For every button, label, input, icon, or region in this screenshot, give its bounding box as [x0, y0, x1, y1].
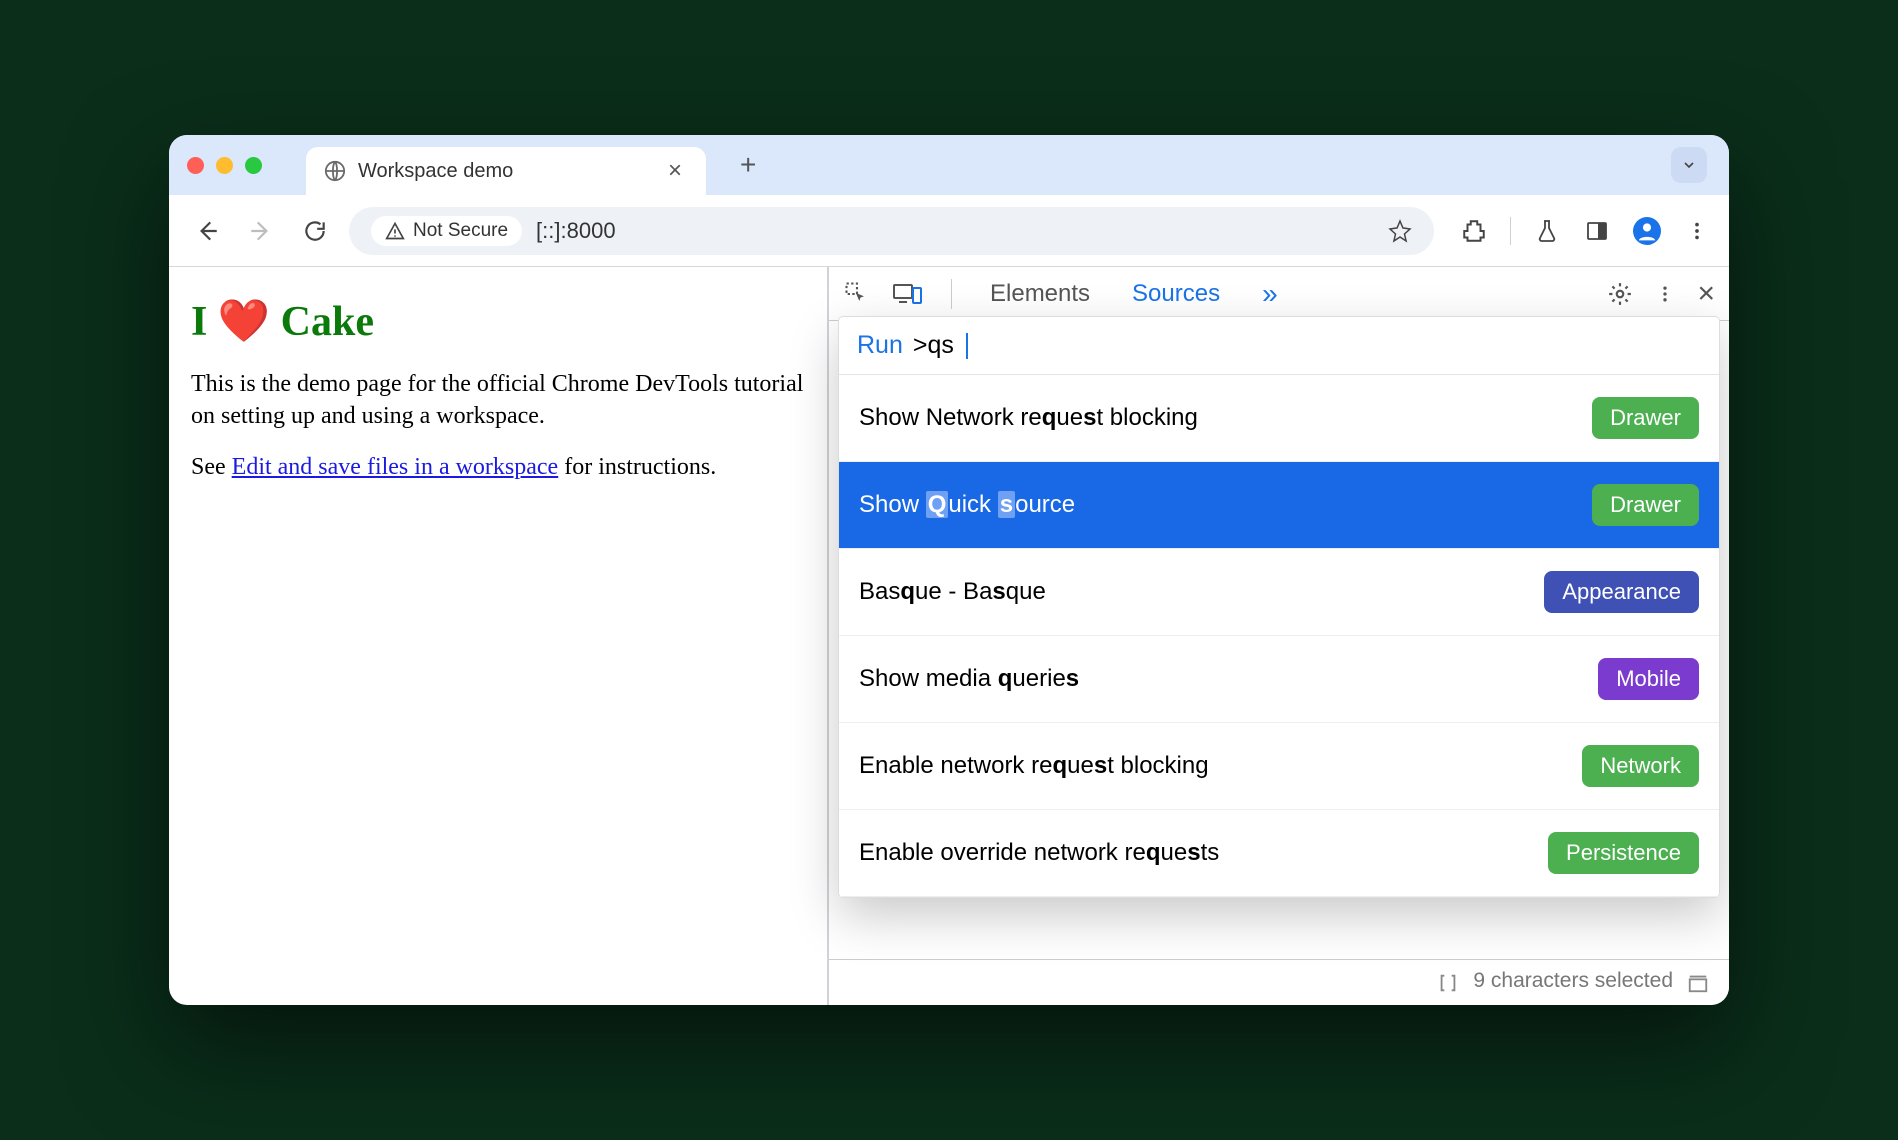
close-tab-icon[interactable]: ×	[662, 157, 688, 185]
tab-title: Workspace demo	[358, 160, 513, 183]
globe-icon	[324, 160, 346, 182]
page-paragraph-1: This is the demo page for the official C…	[191, 368, 805, 433]
toolbar: Not Secure [::]:8000	[169, 195, 1729, 267]
browser-tab[interactable]: Workspace demo ×	[306, 147, 706, 195]
command-input-row[interactable]: Run >qs	[839, 317, 1719, 375]
new-tab-button[interactable]: +	[740, 149, 756, 181]
page-paragraph-2: See Edit and save files in a workspace f…	[191, 451, 805, 483]
extensions-icon[interactable]	[1460, 217, 1488, 245]
command-item[interactable]: Enable override network requests Persiste…	[839, 810, 1719, 897]
tab-search-button[interactable]	[1671, 147, 1707, 183]
command-label: Basque - Basque	[859, 578, 1046, 606]
command-item[interactable]: Show media queries Mobile	[839, 636, 1719, 723]
back-button[interactable]	[187, 211, 227, 251]
command-label: Enable network request blocking	[859, 752, 1209, 780]
window-controls	[187, 157, 262, 174]
page-content: I ❤️ Cake This is the demo page for the …	[169, 267, 829, 1005]
command-query: >qs	[913, 331, 954, 360]
command-item[interactable]: Show Quick source Drawer	[839, 462, 1719, 549]
bookmark-icon[interactable]	[1388, 219, 1412, 243]
command-label: Enable override network requests	[859, 839, 1219, 867]
warning-icon	[385, 221, 405, 241]
run-label: Run	[857, 331, 903, 360]
category-badge: Network	[1582, 745, 1699, 787]
labs-icon[interactable]	[1533, 217, 1561, 245]
device-icon[interactable]	[893, 281, 923, 307]
devtools-tabs: Elements Sources » ×	[829, 267, 1729, 321]
command-item[interactable]: Show Network request blocking Drawer	[839, 375, 1719, 462]
category-badge: Appearance	[1544, 571, 1699, 613]
address-bar[interactable]: Not Secure [::]:8000	[349, 207, 1434, 255]
command-label: Show Quick source	[859, 491, 1075, 519]
url-text: [::]:8000	[536, 218, 616, 244]
command-list: Show Network request blockingDrawerShow …	[839, 375, 1719, 897]
brackets-icon	[1437, 972, 1459, 994]
security-chip[interactable]: Not Secure	[371, 216, 522, 246]
forward-button[interactable]	[241, 211, 281, 251]
toolbar-icons	[1460, 217, 1711, 245]
more-tabs-icon[interactable]: »	[1252, 270, 1288, 318]
page-heading: I ❤️ Cake	[191, 297, 805, 346]
command-menu: Run >qs Show Network request blocking Dra…	[839, 317, 1719, 897]
workspace-link[interactable]: Edit and save files in a workspace	[232, 454, 559, 480]
profile-avatar[interactable]	[1633, 217, 1661, 245]
devtools-panel: Elements Sources » × Run >qs Show Networ…	[829, 267, 1729, 1005]
category-badge: Persistence	[1548, 832, 1699, 874]
titlebar: Workspace demo × +	[169, 135, 1729, 195]
command-label: Show media queries	[859, 665, 1079, 693]
tab-elements[interactable]: Elements	[980, 272, 1100, 316]
inspect-icon[interactable]	[843, 280, 871, 308]
kebab-icon[interactable]	[1655, 281, 1675, 307]
security-label: Not Secure	[413, 220, 508, 242]
close-window-button[interactable]	[187, 157, 204, 174]
maximize-window-button[interactable]	[245, 157, 262, 174]
minimize-window-button[interactable]	[216, 157, 233, 174]
browser-window: Workspace demo × + Not Secure [::]:8000	[169, 135, 1729, 1005]
close-devtools-icon[interactable]: ×	[1697, 277, 1715, 311]
command-label: Show Network request blocking	[859, 404, 1198, 432]
content-area: I ❤️ Cake This is the demo page for the …	[169, 267, 1729, 1005]
side-panel-icon[interactable]	[1583, 217, 1611, 245]
divider	[951, 279, 952, 309]
reload-button[interactable]	[295, 211, 335, 251]
divider	[1510, 217, 1511, 245]
command-item[interactable]: Enable network request blocking Network	[839, 723, 1719, 810]
gear-icon[interactable]	[1607, 281, 1633, 307]
category-badge: Drawer	[1592, 484, 1699, 526]
text-cursor	[966, 333, 968, 359]
category-badge: Drawer	[1592, 397, 1699, 439]
command-item[interactable]: Basque - Basque Appearance	[839, 549, 1719, 636]
menu-icon[interactable]	[1683, 217, 1711, 245]
selection-status: 9 characters selected	[1473, 969, 1673, 993]
tab-sources[interactable]: Sources	[1122, 272, 1230, 316]
category-badge: Mobile	[1598, 658, 1699, 700]
devtools-footer: 9 characters selected	[829, 959, 1729, 1005]
expand-icon[interactable]	[1687, 972, 1709, 994]
